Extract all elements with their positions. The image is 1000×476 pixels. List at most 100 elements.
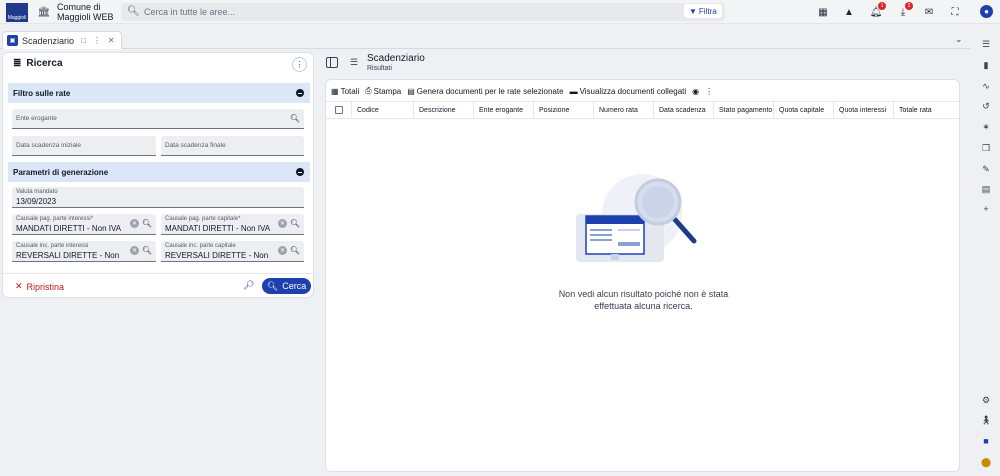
search-panel-title: Ricerca: [26, 58, 63, 69]
search-button-label: Cerca: [282, 281, 307, 291]
visualizza-label: Visualizza documenti collegati: [579, 86, 687, 96]
search-icon: 🔍︎: [266, 280, 279, 291]
bell-badge: 1: [878, 2, 886, 10]
user-avatar[interactable]: ●: [980, 5, 993, 18]
search-icon[interactable]: 🔍︎: [290, 219, 300, 228]
section-parametri-generazione[interactable]: Parametri di generazione: [8, 162, 310, 182]
close-icon[interactable]: ✕: [108, 36, 115, 45]
accessibility-icon[interactable]: 🚶︎: [980, 414, 992, 426]
field-placeholder: Ente erogante: [16, 115, 57, 122]
pin-tool-icon[interactable]: ✶: [980, 121, 992, 133]
field-value: REVERSALI DIRETTE - Non I...: [16, 251, 121, 260]
fullscreen-icon[interactable]: ⛶: [948, 5, 962, 19]
collapse-icon[interactable]: [296, 89, 304, 97]
genera-label: Genera documenti per le rate selezionate: [416, 86, 564, 96]
more-vertical-icon[interactable]: ⋮: [705, 87, 713, 96]
field-label: Valuta mandato: [16, 189, 58, 195]
download-badge: 2: [905, 2, 913, 10]
column-ente-erogante[interactable]: Ente erogante: [473, 102, 533, 119]
bell-icon[interactable]: 🔔︎ 1: [869, 2, 886, 19]
settings-icon[interactable]: ⚙: [980, 394, 992, 406]
field-value: 13/09/2023: [16, 197, 57, 206]
warning-icon[interactable]: ▲: [842, 5, 856, 19]
search-icon[interactable]: 🔍︎: [290, 114, 300, 123]
data-scadenza-iniziale-field[interactable]: Data scadenza iniziale: [12, 136, 156, 156]
column-data-scadenza[interactable]: Data scadenza: [653, 102, 713, 119]
eye-icon[interactable]: ◉: [692, 87, 699, 96]
search-filter-icon: ≣: [13, 58, 22, 69]
chevron-down-icon[interactable]: ⌄: [955, 34, 963, 45]
search-icon[interactable]: 🔍︎: [142, 219, 152, 228]
print-icon: ⎙: [365, 86, 372, 95]
totali-button[interactable]: ▦ Totali: [331, 87, 359, 96]
column-stato-pagamento[interactable]: Stato pagamento: [713, 102, 773, 119]
column-codice[interactable]: Codice: [351, 102, 413, 119]
results-grid-header: Codice Descrizione Ente erogante Posizio…: [326, 101, 959, 119]
search-icon[interactable]: 🔍︎: [142, 246, 152, 255]
history-icon[interactable]: ↺: [980, 100, 992, 112]
field-placeholder: Data scadenza iniziale: [16, 142, 82, 149]
search-icon: 🔍︎: [127, 6, 140, 17]
clear-icon[interactable]: ✕: [130, 219, 139, 228]
search-button[interactable]: 🔍︎ Cerca: [262, 278, 311, 294]
mail-icon[interactable]: ✉: [922, 5, 936, 19]
list-settings-icon[interactable]: ☰: [980, 38, 992, 50]
ente-erogante-field[interactable]: Ente erogante 🔍︎: [12, 109, 304, 129]
add-icon[interactable]: +: [980, 203, 992, 215]
edit-doc-icon[interactable]: ✎: [980, 163, 992, 175]
book-icon[interactable]: ▮: [980, 59, 992, 71]
panel-menu-button[interactable]: ⋮: [292, 57, 307, 72]
document-icon[interactable]: ▤: [980, 183, 992, 195]
maggioli-logo[interactable]: Maggioli: [6, 3, 28, 22]
clear-icon[interactable]: ✕: [278, 246, 287, 255]
field-placeholder: Data scadenza finale: [165, 142, 226, 149]
help-icon[interactable]: ⬤: [980, 456, 992, 468]
home-icon[interactable]: 🏛: [37, 5, 51, 19]
collapse-icon[interactable]: [296, 168, 304, 176]
column-numero-rata[interactable]: Numero rata: [593, 102, 653, 119]
field-value: MANDATI DIRETTI - Non IVA...: [16, 224, 121, 233]
global-search-input[interactable]: [144, 5, 664, 19]
chat-icon[interactable]: ■: [980, 435, 992, 447]
clear-icon[interactable]: ✕: [130, 246, 139, 255]
field-label-wrap: Causale pag. parte capitale*: [165, 216, 240, 222]
column-quota-capitale[interactable]: Quota capitale: [773, 102, 833, 119]
document-icon: ▤: [407, 86, 415, 96]
reset-button[interactable]: ✕ Ripristina: [15, 281, 64, 292]
data-scadenza-finale-field[interactable]: Data scadenza finale: [161, 136, 304, 156]
causale-inc-capitale-field[interactable]: Causale inc. parte capitale REVERSALI DI…: [161, 241, 304, 262]
column-quota-interessi[interactable]: Quota interessi: [833, 102, 893, 119]
genera-documenti-button[interactable]: ▤ Genera documenti per le rate selezionat…: [407, 87, 563, 96]
field-label: Causale inc. parte interessi: [16, 243, 89, 249]
download-icon[interactable]: ⤓ 2: [896, 2, 913, 19]
empty-state-message: Non vedi alcun risultato poiché non è st…: [526, 288, 761, 312]
results-panel: ▦ Totali ⎙ Stampa ▤ Genera documenti per le…: [325, 79, 960, 472]
valuta-mandato-field[interactable]: Valuta mandato 13/09/2023: [12, 187, 304, 208]
causale-pag-capitale-field[interactable]: Causale pag. parte capitale* MANDATI DIR…: [161, 214, 304, 235]
column-totale-rata[interactable]: Totale rata: [893, 102, 959, 119]
tab-scadenziario[interactable]: ▣ Scadenziario □ ⋮ ✕: [2, 31, 122, 49]
column-descrizione[interactable]: Descrizione: [413, 102, 473, 119]
required-marker: *: [238, 216, 241, 222]
required-marker: *: [90, 216, 94, 222]
apps-grid-icon[interactable]: ▦: [816, 5, 830, 19]
pin-icon[interactable]: □: [81, 36, 86, 45]
select-all-checkbox[interactable]: [335, 106, 343, 114]
field-label: Causale inc. parte capitale: [165, 243, 236, 249]
field-label: Causale pag. parte interessi: [16, 216, 91, 222]
causale-pag-interessi-field[interactable]: Causale pag. parte interessi* MANDATI DI…: [12, 214, 156, 235]
visualizza-documenti-button[interactable]: ▬ Visualizza documenti collegati: [570, 87, 687, 96]
advanced-search-icon[interactable]: 🔎︎: [243, 280, 254, 291]
clear-icon[interactable]: ✕: [278, 219, 287, 228]
filter-button[interactable]: ▼ Filtra: [684, 4, 722, 18]
trend-icon[interactable]: ∿: [980, 80, 992, 92]
stampa-button[interactable]: ⎙ Stampa: [365, 86, 401, 96]
sidebar-toggle-icon[interactable]: [326, 57, 338, 68]
search-icon[interactable]: 🔍︎: [290, 246, 300, 255]
copy-icon[interactable]: ❐: [980, 142, 992, 154]
more-vertical-icon[interactable]: ⋮: [93, 36, 101, 45]
causale-inc-interessi-field[interactable]: Causale inc. parte interessi REVERSALI D…: [12, 241, 156, 262]
section-filtro-rate[interactable]: Filtro sulle rate: [8, 83, 310, 103]
column-posizione[interactable]: Posizione: [533, 102, 593, 119]
reset-label: Ripristina: [26, 281, 65, 292]
